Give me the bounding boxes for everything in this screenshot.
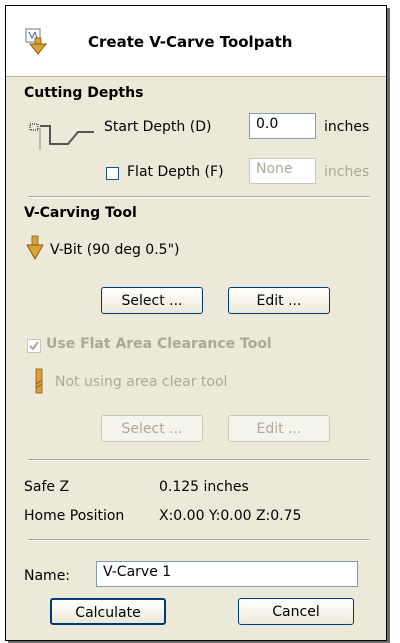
separator: [28, 196, 370, 198]
start-depth-label: Start Depth (D): [104, 119, 212, 135]
calculate-button[interactable]: Calculate: [50, 598, 166, 625]
flat-depth-unit: inches: [324, 164, 370, 180]
safe-z-label: Safe Z: [24, 479, 70, 495]
panel-title: Create V-Carve Toolpath: [88, 33, 293, 51]
area-clear-tool-status: Not using area clear tool: [55, 374, 228, 390]
vbit-tool-name: V-Bit (90 deg 0.5"): [50, 242, 180, 258]
separator: [28, 539, 370, 541]
select-vcarve-tool-button[interactable]: Select ...: [101, 287, 203, 314]
safe-z-value: 0.125 inches: [159, 479, 249, 495]
home-position-label: Home Position: [24, 508, 125, 524]
use-flat-area-checkbox[interactable]: [27, 339, 41, 353]
edit-vcarve-tool-button[interactable]: Edit ...: [228, 287, 330, 314]
panel-header: Create V-Carve Toolpath: [6, 6, 386, 77]
cancel-button[interactable]: Cancel: [238, 598, 354, 625]
cutting-depths-heading: Cutting Depths: [24, 85, 144, 101]
cutting-depth-diagram-icon: [29, 123, 94, 150]
flat-depth-checkbox[interactable]: [106, 167, 119, 180]
vcarve-toolpath-panel: Create V-Carve Toolpath Cutting Depths S…: [5, 5, 387, 641]
home-position-value: X:0.00 Y:0.00 Z:0.75: [159, 508, 302, 524]
start-depth-input[interactable]: 0.0: [249, 113, 316, 139]
edit-area-tool-button[interactable]: Edit ...: [228, 415, 330, 442]
use-flat-area-label: Use Flat Area Clearance Tool: [46, 336, 272, 352]
name-label: Name:: [24, 568, 71, 584]
flat-depth-input[interactable]: None: [249, 158, 316, 184]
v-bit-icon: [26, 235, 44, 261]
flat-depth-label: Flat Depth (F): [127, 164, 224, 180]
vcarve-toolpath-icon: [25, 28, 48, 55]
end-mill-icon: [35, 368, 43, 394]
vcarving-tool-heading: V-Carving Tool: [24, 205, 137, 221]
start-depth-unit: inches: [324, 119, 370, 135]
select-area-tool-button[interactable]: Select ...: [101, 415, 203, 442]
separator: [28, 459, 370, 461]
toolpath-name-input[interactable]: V-Carve 1: [96, 561, 358, 587]
